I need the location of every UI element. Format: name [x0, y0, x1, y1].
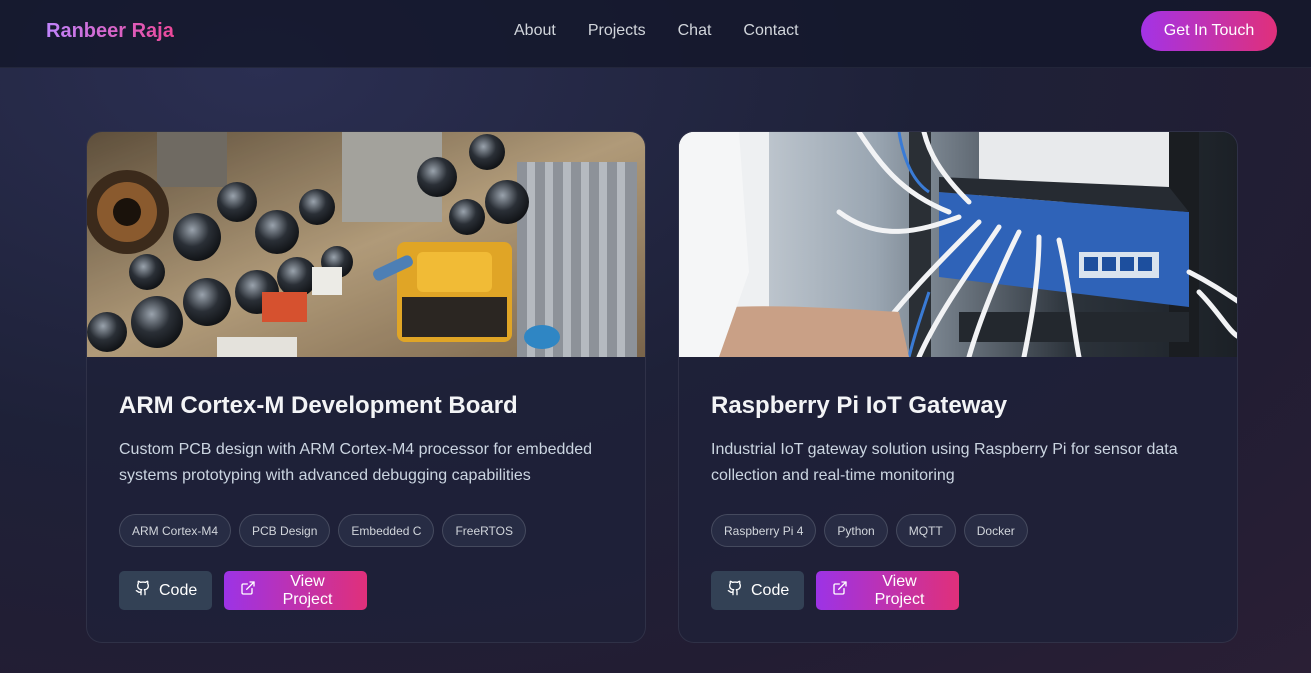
project-actions: Code View Project	[119, 571, 367, 610]
nav-about[interactable]: About	[514, 22, 556, 40]
code-button-label: Code	[751, 581, 790, 599]
nav-chat[interactable]: Chat	[678, 22, 712, 40]
project-title: ARM Cortex-M Development Board	[119, 392, 518, 419]
project-card: ARM Cortex-M Development Board Custom PC…	[86, 131, 646, 643]
tag: Python	[824, 514, 888, 547]
tag: PCB Design	[239, 514, 331, 547]
view-project-label: View Project	[874, 572, 925, 608]
tag: Embedded C	[338, 514, 435, 547]
project-image-network	[679, 132, 1237, 357]
external-link-icon	[240, 580, 256, 601]
brand-logo[interactable]: Ranbeer Raja	[46, 20, 174, 43]
tag: FreeRTOS	[442, 514, 527, 547]
get-in-touch-button[interactable]: Get In Touch	[1141, 11, 1277, 51]
tag: ARM Cortex-M4	[119, 514, 232, 547]
view-project-button[interactable]: View Project	[816, 571, 959, 610]
view-project-button[interactable]: View Project	[224, 571, 367, 610]
nav-projects[interactable]: Projects	[588, 22, 646, 40]
github-icon	[727, 580, 743, 601]
tag: Raspberry Pi 4	[711, 514, 817, 547]
project-description: Industrial IoT gateway solution using Ra…	[711, 441, 1178, 484]
code-button[interactable]: Code	[711, 571, 804, 610]
project-image-pcb	[87, 132, 645, 357]
view-project-label: View Project	[282, 572, 333, 608]
code-button-label: Code	[159, 581, 198, 599]
nav-contact[interactable]: Contact	[743, 22, 798, 40]
github-icon	[135, 580, 151, 601]
project-description: Custom PCB design with ARM Cortex-M4 pro…	[119, 441, 593, 484]
main-nav: About Projects Chat Contact	[514, 22, 799, 40]
code-button[interactable]: Code	[119, 571, 212, 610]
tech-tags: ARM Cortex-M4 PCB Design Embedded C Free…	[119, 514, 527, 547]
tag: Docker	[963, 514, 1028, 547]
site-header: Ranbeer Raja About Projects Chat Contact…	[0, 0, 1311, 68]
project-actions: Code View Project	[711, 571, 959, 610]
tech-tags: Raspberry Pi 4 Python MQTT Docker	[711, 514, 1028, 547]
project-card: Raspberry Pi IoT Gateway Industrial IoT …	[678, 131, 1238, 643]
external-link-icon	[832, 580, 848, 601]
project-title: Raspberry Pi IoT Gateway	[711, 392, 1008, 419]
tag: MQTT	[895, 514, 956, 547]
